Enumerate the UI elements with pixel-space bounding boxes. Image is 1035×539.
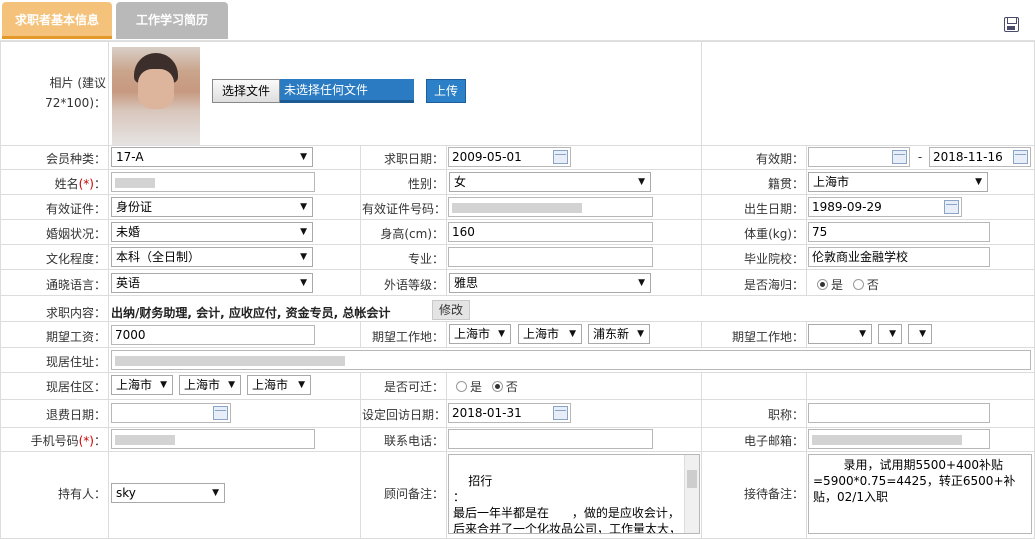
height-field[interactable]: 160 [448,222,653,242]
apply-date-field[interactable]: 2009-05-01 [448,147,571,167]
school-label: 毕业院校： [743,252,804,266]
address-label: 现居住址： [45,355,106,369]
foreign-level-label: 外语等级： [383,278,444,292]
email-label: 电子邮箱： [743,434,804,448]
id-type-label: 有效证件： [45,202,106,216]
email-field[interactable] [808,429,990,449]
work-place-2-district-select[interactable]: ▼ [908,324,932,344]
weight-field[interactable]: 75 [808,222,990,242]
birth-date-label: 出生日期： [743,202,804,216]
avatar [112,47,200,145]
title-label: 职称： [767,408,804,422]
overseas-label: 是否海归： [743,278,804,292]
edit-job-content-button[interactable]: 修改 [432,300,470,320]
holder-label: 持有人： [57,487,106,501]
valid-period-label: 有效期： [755,152,804,166]
member-type-select[interactable]: 17-A ▼ [111,147,313,167]
language-label: 通晓语言： [45,278,106,292]
weight-label: 体重(kg)： [744,227,804,241]
calendar-icon[interactable] [892,150,907,164]
id-type-select[interactable]: 身份证 ▼ [111,197,313,217]
reception-note-label: 接待备注： [743,487,804,501]
relocate-radio-group: 是 否 [456,378,524,395]
district-district-select[interactable]: 上海市 ▼ [247,375,311,395]
save-icon[interactable] [1004,17,1019,32]
relocate-label: 是否可迁： [383,380,444,394]
major-field[interactable] [448,247,653,267]
birth-date-field[interactable]: 1989-09-29 [808,197,962,217]
name-label: 姓名(*)： [54,177,106,191]
job-content-value: 出纳/财务助理, 会计, 应收应付, 资金专员, 总帐会计 [111,306,391,320]
id-number-field[interactable] [448,197,653,217]
calendar-icon[interactable] [213,406,228,420]
work-place-2-label: 期望工作地： [731,330,804,344]
phone-field[interactable] [448,429,653,449]
major-label: 专业： [407,252,444,266]
native-place-label: 籍贯： [767,177,804,191]
education-select[interactable]: 本科（全日制） ▼ [111,247,313,267]
school-field[interactable]: 伦敦商业金融学校 [808,247,990,267]
salary-label: 期望工资： [45,330,106,344]
overseas-no-radio[interactable] [852,279,864,290]
work-place-2-city-select[interactable]: ▼ [878,324,902,344]
mobile-label: 手机号码(*)： [30,434,106,448]
calendar-icon[interactable] [553,406,568,420]
reception-note-textarea[interactable]: 录用，试用期5500+400补贴=5900*0.75=4425，转正6500+补… [808,454,1032,534]
form-grid: 相片 (建议72*100)： 选择文件 未选择任何文件 上传 会员种类： 17-… [0,41,1035,539]
overseas-radio-group: 是 否 [817,276,885,293]
valid-from-field[interactable] [808,147,910,167]
foreign-level-select[interactable]: 雅思 ▼ [449,273,651,293]
marriage-select[interactable]: 未婚 ▼ [111,222,313,242]
work-place-label: 期望工作地： [371,330,444,344]
language-select[interactable]: 英语 ▼ [111,273,313,293]
calendar-icon[interactable] [1013,150,1028,164]
native-place-select[interactable]: 上海市 ▼ [808,172,988,192]
relocate-no-radio[interactable] [491,381,503,392]
name-field[interactable] [111,172,315,192]
education-label: 文化程度： [45,252,106,266]
refund-date-label: 退费日期： [45,408,106,422]
date-range-dash: - [917,150,923,164]
marriage-label: 婚姻状况： [45,227,106,241]
member-type-label: 会员种类： [45,152,106,166]
phone-label: 联系电话： [383,434,444,448]
visit-date-label: 设定回访日期： [362,408,447,422]
district-city-select[interactable]: 上海市 ▼ [179,375,241,395]
advisor-note-textarea[interactable]: 招行 ： 最后一年半都是在 ，做的是应收会计，后来合并了一个化妆品公司，工作量太… [448,454,700,534]
title-field[interactable] [808,403,990,423]
holder-select[interactable]: sky ▼ [111,483,225,503]
overseas-yes-radio[interactable] [817,279,828,290]
gender-label: 性别： [407,177,444,191]
valid-to-field[interactable]: 2018-11-16 [929,147,1031,167]
calendar-icon[interactable] [553,150,568,164]
district-province-select[interactable]: 上海市 ▼ [111,375,173,395]
advisor-note-label: 顾问备注： [383,487,444,501]
calendar-icon[interactable] [944,200,959,214]
job-content-label: 求职内容： [45,306,106,320]
photo-label: 相片 (建议72*100)： [45,76,106,110]
relocate-yes-radio[interactable] [456,381,467,392]
work-place-district-select[interactable]: 浦东新 ▼ [588,324,650,344]
mobile-field[interactable] [111,429,315,449]
tab-basic-info[interactable]: 求职者基本信息 [2,2,112,39]
upload-button[interactable]: 上传 [426,79,466,103]
district-label: 现居住区： [45,380,106,394]
refund-date-field[interactable] [111,403,231,423]
visit-date-field[interactable]: 2018-01-31 [448,403,571,423]
work-place-province-select[interactable]: 上海市 ▼ [449,324,511,344]
gender-select[interactable]: 女 ▼ [449,172,651,192]
apply-date-label: 求职日期： [383,152,444,166]
address-field[interactable] [111,350,1031,370]
work-place-2-province-select[interactable]: ▼ [808,324,872,344]
salary-field[interactable]: 7000 [111,325,315,345]
work-place-city-select[interactable]: 上海市 ▼ [518,324,582,344]
id-number-label: 有效证件号码： [362,202,447,216]
scrollbar[interactable] [684,455,699,533]
choose-file-button[interactable]: 选择文件 [212,79,280,103]
tab-bar: 求职者基本信息 工作学习简历 [0,0,1035,41]
height-label: 身高(cm)： [380,227,444,241]
file-name-display: 未选择任何文件 [280,79,414,103]
tab-work-history[interactable]: 工作学习简历 [116,2,228,39]
